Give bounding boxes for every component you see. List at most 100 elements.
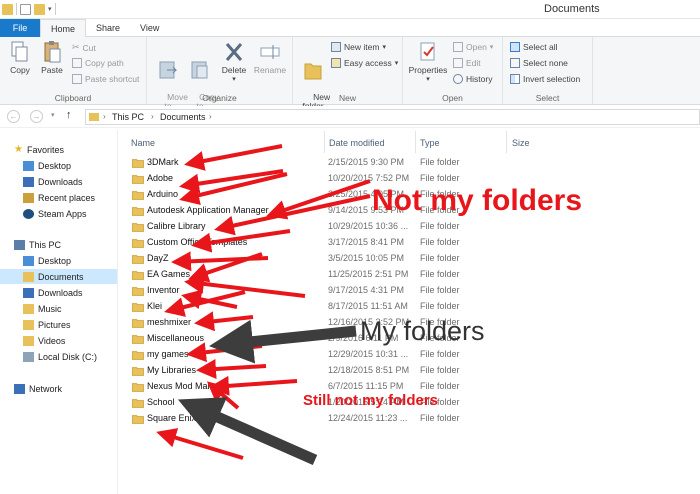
up-arrow-icon[interactable]: ↑ [66,109,72,121]
file-row[interactable]: Square Enix 12/24/2015 11:23 ... File fold… [119,411,700,427]
file-name: Autodesk Application Manager [147,205,269,215]
new-item-button[interactable]: New item ▾ [331,42,386,52]
file-row[interactable]: Custom Office Templates 3/17/2015 8:41 PM… [119,235,700,251]
nav-label: Favorites [26,144,64,155]
nav-favorites-desktop[interactable]: Desktop [23,158,71,173]
nav-label: Music [38,303,62,314]
column-separator[interactable] [415,131,416,153]
ribbon-tabs: File Home Share View [0,19,700,38]
nav-network[interactable]: Network [14,381,62,396]
nav-pc-documents[interactable]: Documents [0,269,117,284]
nav-pc-pictures[interactable]: Pictures [23,317,71,332]
copy-path-button[interactable]: Copy path [72,58,124,68]
history-label: History [466,74,493,84]
breadcrumb-documents[interactable]: Documents [160,112,206,122]
clipboard-group-label: Clipboard [54,93,92,103]
nav-favorites[interactable]: ★ Favorites [14,142,64,157]
easy-access-button[interactable]: Easy access ▾ [331,58,398,68]
file-row[interactable]: Calibre Library 10/29/2015 10:36 ... File … [119,219,700,235]
file-name: meshmixer [147,317,192,327]
nav-label: Pictures [38,319,71,330]
invert-selection-label: Invert selection [523,74,581,84]
open-button[interactable]: Open ▾ [453,42,493,52]
cut-button[interactable]: ✂ Cut [72,42,96,53]
nav-pc-music[interactable]: Music [23,301,62,316]
nav-pc-desktop[interactable]: Desktop [23,253,71,268]
folder-icon [132,302,144,312]
file-type: File folder [420,285,460,295]
rename-label: Rename [253,65,287,75]
nav-label: Downloads [38,287,83,298]
column-separator[interactable] [506,131,507,153]
file-type: File folder [420,349,460,359]
file-type: File folder [420,365,460,375]
properties-icon[interactable] [20,3,31,15]
history-button[interactable]: History [453,74,492,84]
file-row[interactable]: Klei 8/17/2015 11:51 AM File folder [119,299,700,315]
cut-label: Cut [82,42,96,53]
videos-icon [23,335,34,346]
chevron-down-icon[interactable]: ▾ [48,5,52,13]
file-row[interactable]: my games 12/29/2015 10:31 ... File folder [119,347,700,363]
tab-home[interactable]: Home [40,19,87,38]
column-header-date[interactable]: Date modified [329,138,385,148]
copy-button[interactable]: Copy [6,40,34,75]
file-row[interactable]: DayZ 3/5/2015 10:05 PM File folder [119,251,700,267]
chevron-right-icon[interactable]: › [209,112,212,121]
folder-icon [304,63,322,80]
nav-label: Recent places [38,192,96,203]
delete-button[interactable]: Delete ▾ [219,40,249,84]
column-separator[interactable] [324,131,325,153]
select-none-button[interactable]: Select none [510,58,568,68]
file-date: 3/17/2015 8:41 PM [328,237,405,247]
paste-shortcut-button[interactable]: Paste shortcut [72,74,139,84]
nav-favorites-steam[interactable]: Steam Apps [23,206,87,221]
file-row[interactable]: EA Games 11/25/2015 2:51 PM File folder [119,267,700,283]
back-button[interactable]: ← [7,110,20,123]
column-header-type[interactable]: Type [420,138,440,148]
invert-selection-button[interactable]: Invert selection [510,74,580,84]
nav-pc-videos[interactable]: Videos [23,333,65,348]
folder-icon [132,254,144,264]
breadcrumb-this-pc[interactable]: This PC [112,112,144,122]
new-folder-icon[interactable] [34,3,45,15]
file-type: File folder [420,301,460,311]
forward-button[interactable]: → [30,110,43,123]
paste-button[interactable]: Paste [38,40,66,75]
file-row[interactable]: 3DMark 2/15/2015 9:30 PM File folder [119,155,700,171]
file-type: File folder [420,253,460,263]
tab-share[interactable]: Share [86,19,130,37]
edit-button[interactable]: Edit [453,58,481,68]
tab-view[interactable]: View [130,19,169,37]
chevron-down-icon[interactable]: ▾ [51,111,55,119]
new-item-label: New item [344,42,380,52]
column-header-size[interactable]: Size [512,138,530,148]
column-header-name[interactable]: Name [131,138,155,148]
paste-shortcut-icon [72,74,82,84]
nav-favorites-downloads[interactable]: Downloads [23,174,83,189]
file-name: Custom Office Templates [147,237,248,247]
organize-group: Move to Copy to Delete ▾ Rename Organize [147,37,293,111]
file-row[interactable]: My Libraries 12/18/2015 8:51 PM File folde… [119,363,700,379]
rename-button[interactable]: Rename [253,40,287,75]
file-name: DayZ [147,253,169,263]
select-all-button[interactable]: Select all [510,42,558,52]
navigation-pane: ★ Favorites Desktop Downloads Recent pla… [0,130,118,494]
file-date: 8/17/2015 11:51 AM [328,301,408,311]
nav-favorites-recent[interactable]: Recent places [23,190,95,205]
address-bar[interactable]: › This PC › Documents › [85,109,700,125]
drive-icon [23,351,34,362]
nav-pc-downloads[interactable]: Downloads [23,285,83,300]
tab-file[interactable]: File [0,19,40,37]
properties-button[interactable]: Properties ▾ [407,40,449,84]
nav-this-pc[interactable]: This PC [14,237,61,252]
file-row[interactable]: Inventor 9/17/2015 4:31 PM File folder [119,283,700,299]
folder-icon [132,206,144,216]
folder-icon [89,113,99,121]
history-icon [453,74,463,84]
nav-label: Desktop [38,160,72,171]
move-to-icon [159,61,178,79]
file-name: Arduino [147,189,179,199]
file-type: File folder [420,413,460,423]
nav-pc-local-disk[interactable]: Local Disk (C:) [23,349,97,364]
